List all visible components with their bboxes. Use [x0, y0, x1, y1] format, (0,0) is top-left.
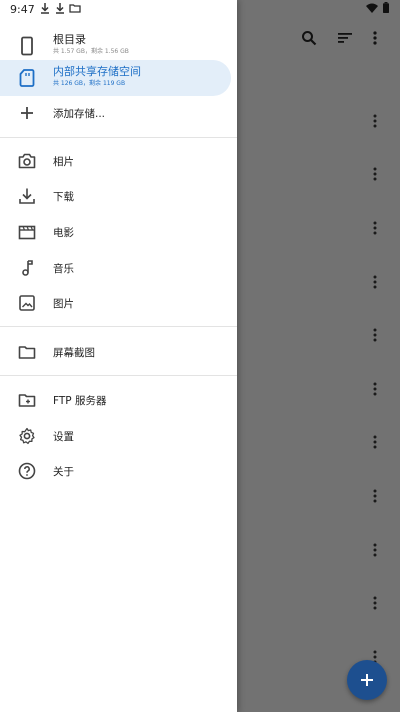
row-more-icon[interactable]: [373, 328, 377, 342]
download-notification-icon: [56, 3, 64, 14]
drawer-item-movies[interactable]: 电影: [0, 214, 237, 250]
drawer-item-internal-storage[interactable]: 内部共享存储空间 共 126 GB，剩余 119 GB: [0, 60, 231, 96]
drawer-item-label: 下载: [53, 191, 74, 203]
phone-icon: [21, 36, 33, 56]
row-more-icon[interactable]: [373, 114, 377, 128]
row-more-icon[interactable]: [373, 543, 377, 557]
drawer-item-photos[interactable]: 相片: [0, 143, 237, 179]
camera-icon: [18, 153, 36, 169]
more-vert-icon[interactable]: [373, 31, 377, 45]
folder-icon: [18, 346, 36, 359]
row-more-icon[interactable]: [373, 435, 377, 449]
drawer-item-download[interactable]: 下载: [0, 178, 237, 214]
drawer-item-label: 设置: [53, 431, 74, 443]
download-icon: [19, 188, 35, 204]
image-icon: [19, 295, 35, 311]
drawer-item-label: 添加存储...: [53, 108, 106, 120]
plus-icon: [21, 107, 33, 119]
add-fab-button[interactable]: [347, 660, 387, 700]
divider: [0, 326, 237, 327]
drawer-item-root[interactable]: 根目录 共 1.57 GB，剩余 1.56 GB: [0, 28, 237, 64]
row-more-icon[interactable]: [373, 221, 377, 235]
divider: [0, 137, 237, 138]
drawer-item-settings[interactable]: 设置: [0, 418, 237, 454]
drawer-item-label: 根目录: [53, 33, 86, 46]
drawer-item-pictures[interactable]: 图片: [0, 285, 237, 321]
row-more-icon[interactable]: [373, 275, 377, 289]
gear-icon: [19, 427, 35, 445]
drawer-item-label: 屏幕截图: [53, 347, 95, 359]
sd-card-icon: [19, 69, 35, 87]
content-scrim[interactable]: [237, 0, 400, 712]
movie-icon: [18, 225, 36, 240]
drawer-item-sub: 共 126 GB，剩余 119 GB: [53, 80, 126, 87]
ftp-folder-icon: [18, 394, 36, 407]
wifi-icon: [366, 3, 378, 13]
row-more-icon[interactable]: [373, 382, 377, 396]
drawer-item-ftp-server[interactable]: FTP 服务器: [0, 382, 237, 418]
drawer-item-label: 关于: [53, 466, 74, 478]
status-time: 9:47: [10, 3, 35, 16]
drawer-item-label: 音乐: [53, 263, 74, 275]
download-notification-icon: [41, 3, 49, 14]
music-note-icon: [22, 260, 33, 276]
drawer-item-screenshots[interactable]: 屏幕截图: [0, 334, 237, 370]
help-circle-icon: [18, 462, 36, 480]
drawer-item-label: 电影: [53, 227, 74, 239]
navigation-drawer: 根目录 共 1.57 GB，剩余 1.56 GB 内部共享存储空间 共 126 …: [0, 0, 237, 712]
plus-icon: [361, 674, 373, 686]
status-bar: 9:47: [0, 0, 400, 20]
divider: [0, 375, 237, 376]
row-more-icon[interactable]: [373, 167, 377, 181]
row-more-icon[interactable]: [373, 596, 377, 610]
drawer-item-add-storage[interactable]: 添加存储...: [0, 95, 237, 131]
drawer-item-music[interactable]: 音乐: [0, 250, 237, 286]
battery-icon: [383, 2, 389, 13]
drawer-item-label: FTP 服务器: [53, 395, 107, 407]
drawer-item-label: 相片: [53, 156, 74, 168]
drawer-item-about[interactable]: 关于: [0, 453, 237, 489]
row-more-icon[interactable]: [373, 489, 377, 503]
drawer-item-label: 图片: [53, 298, 74, 310]
sort-icon[interactable]: [337, 31, 353, 45]
drawer-item-sub: 共 1.57 GB，剩余 1.56 GB: [53, 48, 129, 55]
drawer-item-label: 内部共享存储空间: [53, 65, 141, 78]
folder-notification-icon: [69, 4, 81, 13]
search-icon[interactable]: [301, 30, 317, 46]
